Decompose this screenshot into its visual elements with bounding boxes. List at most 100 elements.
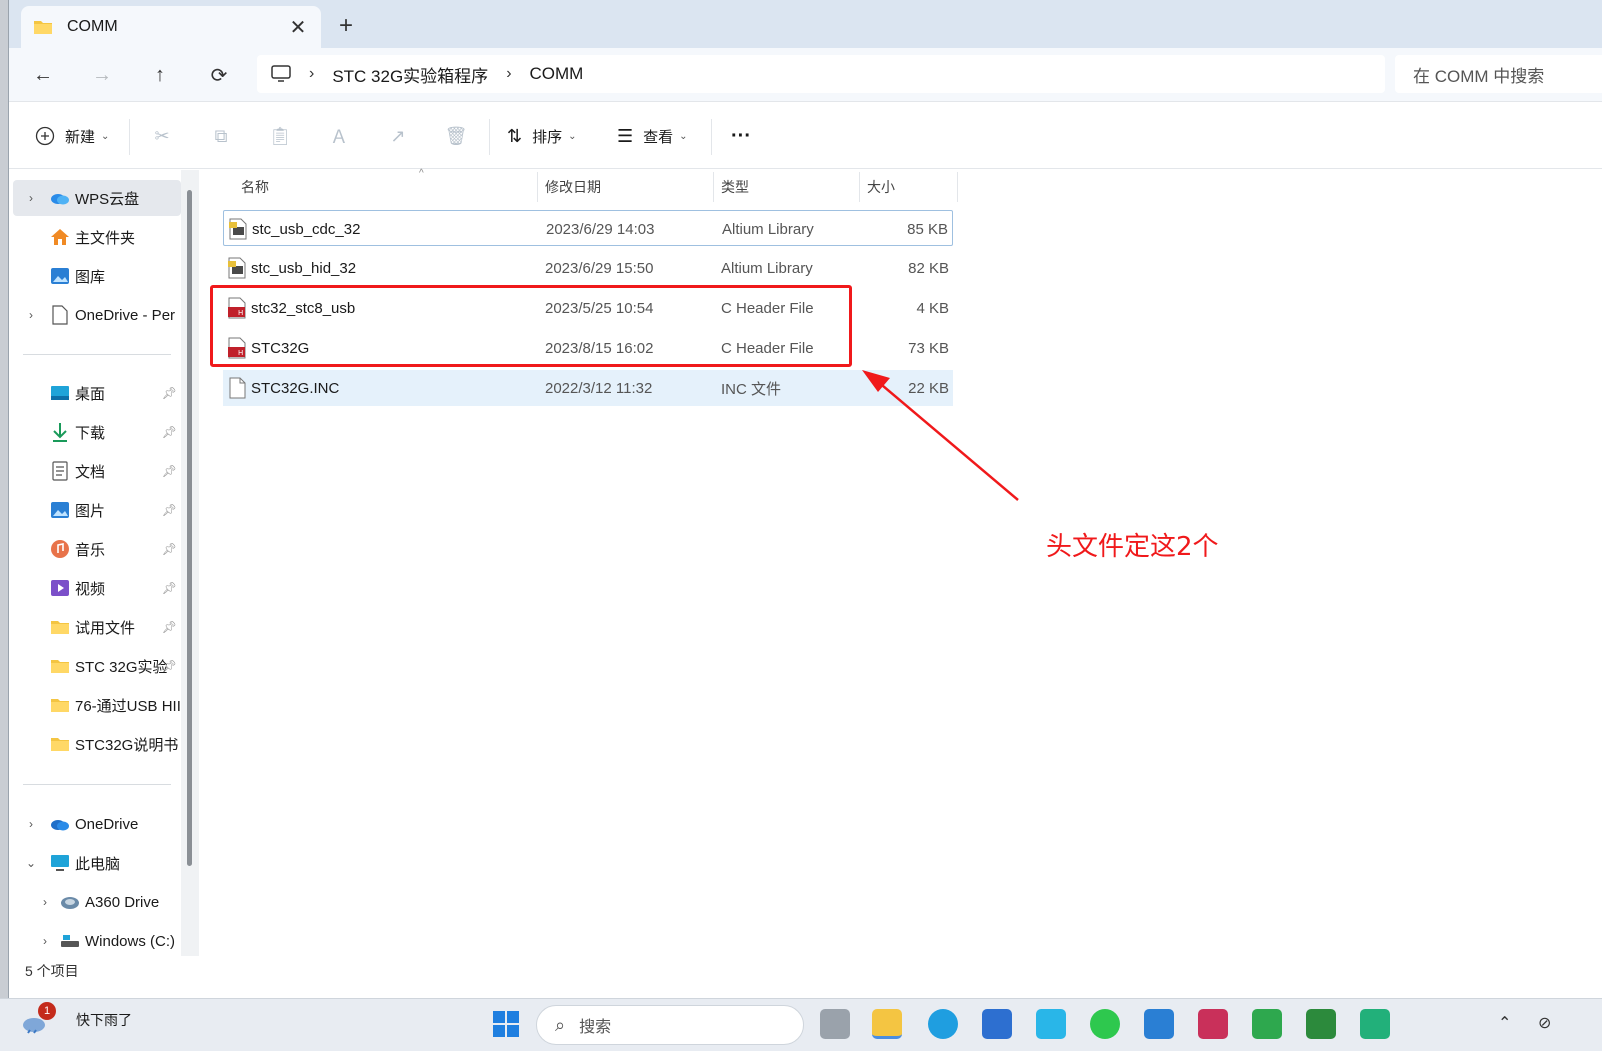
sidebar-item-folder[interactable]: 试用文件 📌︎ [13,609,181,645]
divider [129,119,130,155]
store-icon[interactable] [982,1009,1012,1039]
share-icon[interactable]: ↗ [385,123,411,149]
table-row[interactable]: stc_usb_cdc_32 2023/6/29 14:03 Altium Li… [223,210,953,246]
expand-icon[interactable]: › [13,191,49,205]
file-date: 2022/3/12 11:32 [545,379,653,397]
pin-icon[interactable]: 📌︎ [162,620,177,634]
pin-icon[interactable]: 📌︎ [162,581,177,595]
app-icon[interactable] [1198,1009,1228,1039]
view-button-label: 查看 [643,128,674,146]
delete-icon[interactable]: 🗑︎ [443,123,469,149]
sidebar-item-videos[interactable]: 视频 📌︎ [13,570,181,606]
app-icon[interactable] [1306,1009,1336,1039]
copy-icon[interactable]: ⧉ [208,123,234,149]
expand-icon[interactable]: › [13,817,49,831]
expand-icon[interactable]: › [13,895,59,909]
sidebar-item-folder[interactable]: STC 32G实验 📌︎ [13,648,181,684]
sort-button[interactable]: ⇅ 排序 ⌄ [507,121,577,151]
sidebar-item-this-pc[interactable]: ⌄ 此电脑 [13,845,181,881]
pin-icon[interactable]: 📌︎ [162,659,177,673]
sidebar-item-onedrive-personal[interactable]: › OneDrive - Per [13,297,181,333]
download-icon [49,422,71,442]
sidebar-item-home[interactable]: 主文件夹 [13,219,181,255]
collapse-icon[interactable]: ⌄ [13,856,49,870]
expand-icon[interactable]: › [13,934,59,948]
taskbar-search-input[interactable]: ⌕ 搜索 [536,1005,804,1045]
sidebar-item-desktop[interactable]: 桌面 📌︎ [13,375,181,411]
sidebar-item-wps-cloud[interactable]: › WPS云盘 [13,180,181,216]
folder-icon [49,617,71,637]
file-date: 2023/6/29 14:03 [546,220,655,238]
tab-comm[interactable]: COMM ✕ [21,6,321,48]
plus-circle-icon [35,126,55,146]
task-view-icon[interactable] [820,1009,850,1039]
sidebar-item-downloads[interactable]: 下载 📌︎ [13,414,181,450]
chevron-down-icon: ⌄ [679,130,688,142]
sidebar-item-music[interactable]: 音乐 📌︎ [13,531,181,567]
column-header-type[interactable]: 类型 [713,172,859,202]
table-row[interactable]: stc_usb_hid_32 2023/6/29 15:50 Altium Li… [223,250,953,286]
wechat-icon[interactable] [1090,1009,1120,1039]
pin-icon[interactable]: 📌︎ [162,464,177,478]
address-bar[interactable]: › STC 32G实验箱程序 › COMM [257,55,1385,93]
weather-widget[interactable]: 快下雨了 [20,1005,132,1035]
column-header-date[interactable]: 修改日期 [537,172,713,202]
folder-icon [49,656,71,676]
tray-chevron-up-icon[interactable]: ⌃ [1498,1013,1511,1033]
divider [489,119,490,155]
refresh-button[interactable]: ⟳ [203,60,235,90]
sidebar-item-documents[interactable]: 文档 📌︎ [13,453,181,489]
file-size: 85 KB [907,220,948,238]
table-row[interactable]: STC32G.INC 2022/3/12 11:32 INC 文件 22 KB [223,370,953,406]
cut-icon[interactable]: ✂ [149,123,175,149]
forward-button[interactable]: → [86,60,118,90]
search-icon: ⌕ [555,1014,566,1035]
taskbar: 快下雨了 1 ⌕ 搜索 ⌃ ⊘ [0,998,1602,1051]
sidebar-item-folder[interactable]: STC32G说明书 [13,726,181,762]
sidebar-item-folder[interactable]: 76-通过USB HII [13,687,181,723]
view-button[interactable]: ☰ 查看 ⌄ [617,121,688,151]
edge-browser-icon[interactable] [928,1009,958,1039]
back-button[interactable]: ← [27,60,59,90]
expand-icon[interactable]: › [13,308,49,322]
new-button[interactable]: 新建 ⌄ [35,121,109,151]
breadcrumb-item[interactable]: COMM [530,64,584,84]
pin-icon[interactable]: 📌︎ [162,503,177,517]
sidebar-item-windows-c[interactable]: › Windows (C:) [13,923,181,959]
chevron-down-icon: ⌄ [101,130,110,142]
close-tab-icon[interactable]: ✕ [287,15,309,40]
file-size: 73 KB [908,339,949,357]
chevron-down-icon: ⌄ [568,130,577,142]
sidebar-scrollbar-thumb[interactable] [187,190,192,866]
column-header-size[interactable]: 大小 [859,172,957,202]
network-icon[interactable]: ⊘ [1538,1013,1551,1033]
sort-ascending-icon: ^ [419,168,424,179]
sidebar-item-label: 试用文件 [75,619,136,637]
pin-icon[interactable]: 📌︎ [162,386,177,400]
column-divider[interactable] [957,172,958,202]
sidebar-item-a360-drive[interactable]: › A360 Drive [13,884,181,920]
app-icon[interactable] [1036,1009,1066,1039]
divider [23,784,171,785]
sidebar-item-gallery[interactable]: 图库 [13,258,181,294]
rename-icon[interactable]: Ａ [326,123,352,149]
more-options-button[interactable]: ··· [731,121,751,151]
app-icon[interactable] [1360,1009,1390,1039]
paste-icon[interactable]: 📋︎ [267,123,293,149]
app-icon[interactable] [1252,1009,1282,1039]
up-button[interactable]: ↑ [144,60,176,90]
sidebar-item-label: 76-通过USB HII [75,697,181,715]
sidebar-item-onedrive[interactable]: › OneDrive [13,806,181,842]
new-tab-button[interactable]: + [331,12,361,40]
search-input[interactable]: 在 COMM 中搜索 [1395,55,1602,93]
pin-icon[interactable]: 📌︎ [162,542,177,556]
pin-icon[interactable]: 📌︎ [162,425,177,439]
file-explorer-taskbar-icon[interactable] [872,1009,902,1039]
column-header-name[interactable]: 名称 ^ [233,168,535,202]
app-icon[interactable] [1144,1009,1174,1039]
windows-start-icon[interactable] [492,1010,520,1042]
breadcrumb-item[interactable]: STC 32G实验箱程序 [332,62,488,87]
sidebar-item-pictures[interactable]: 图片 📌︎ [13,492,181,528]
file-explorer-window: COMM ✕ + ← → ↑ ⟳ › STC 32G实验箱程序 › COMM 在… [8,0,1602,1006]
disk-icon [59,931,81,951]
